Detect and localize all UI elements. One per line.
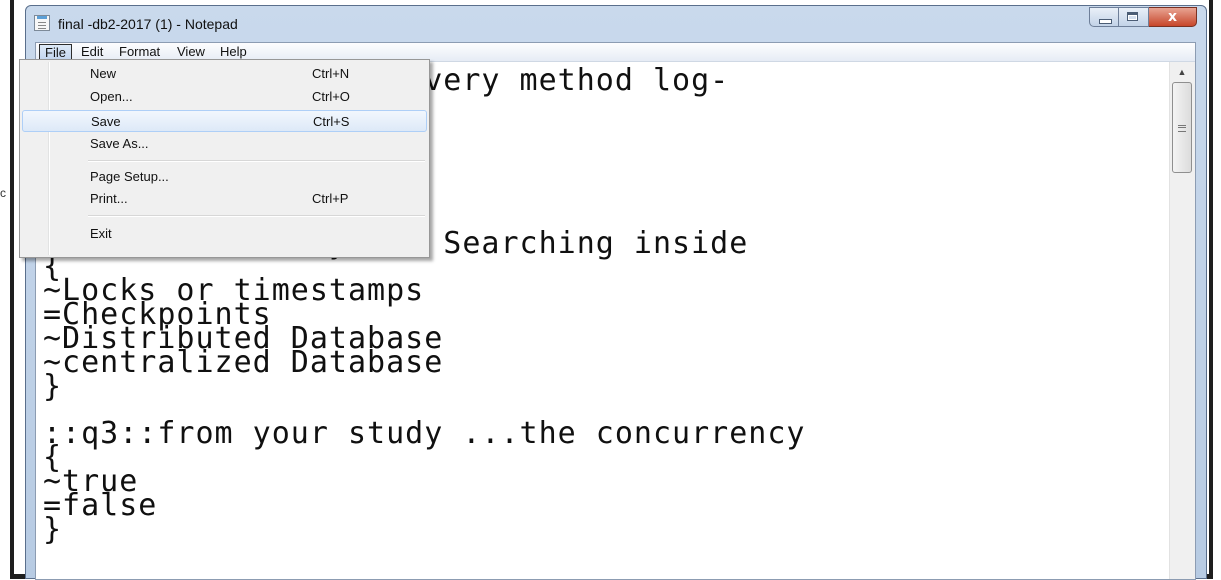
minimize-button[interactable] — [1089, 7, 1119, 27]
menu-format[interactable]: Format — [114, 44, 165, 60]
menu-edit[interactable]: Edit — [76, 44, 108, 60]
menu-item-label: Save As... — [90, 136, 149, 151]
menu-item-save-as[interactable]: Save As... — [22, 133, 427, 155]
editor-line: ~centralized Database — [43, 345, 444, 380]
menu-item-label: Print... — [90, 191, 128, 206]
file-menu-dropdown: New Ctrl+N Open... Ctrl+O Save Ctrl+S Sa… — [19, 59, 430, 258]
minimize-icon — [1099, 19, 1112, 24]
menu-item-print[interactable]: Print... Ctrl+P — [22, 188, 427, 210]
menu-item-exit[interactable]: Exit — [22, 223, 427, 245]
menu-file[interactable]: File — [39, 44, 72, 60]
close-icon: x — [1167, 9, 1178, 25]
menu-separator — [88, 215, 425, 216]
menu-item-new[interactable]: New Ctrl+N — [22, 63, 427, 85]
menu-item-label: Page Setup... — [90, 169, 169, 184]
maximize-icon — [1127, 12, 1138, 21]
menu-item-page-setup[interactable]: Page Setup... — [22, 166, 427, 188]
menu-item-label: Exit — [90, 226, 112, 241]
caption-buttons: x — [1089, 7, 1197, 27]
window-title: final -db2-2017 (1) - Notepad — [58, 16, 238, 32]
title-bar[interactable]: final -db2-2017 (1) - Notepad x — [26, 6, 1206, 41]
background-border-right — [1209, 0, 1213, 579]
menu-item-shortcut: Ctrl+N — [312, 66, 350, 81]
grip-icon — [1178, 125, 1186, 132]
background-text-fragment: c — [0, 186, 6, 200]
menu-item-shortcut: Ctrl+P — [312, 191, 349, 206]
menu-separator — [88, 160, 425, 161]
notepad-icon[interactable] — [34, 15, 50, 31]
menu-item-label: New — [90, 66, 117, 81]
menu-item-label: Save — [91, 114, 121, 129]
editor-line: } — [43, 512, 63, 547]
menu-item-open[interactable]: Open... Ctrl+O — [22, 86, 427, 108]
maximize-button[interactable] — [1119, 7, 1149, 27]
background-border-left — [10, 0, 14, 579]
menu-item-label: Open... — [90, 89, 133, 104]
editor-line: } — [43, 369, 63, 404]
scroll-thumb[interactable] — [1172, 82, 1192, 173]
menu-item-shortcut: Ctrl+S — [313, 114, 350, 129]
close-button[interactable]: x — [1149, 7, 1197, 27]
menu-view[interactable]: View — [172, 44, 210, 60]
editor-line: ::q3::from your study ...the concurrency — [43, 416, 806, 451]
vertical-scrollbar[interactable]: ▲ — [1169, 62, 1195, 579]
menu-item-save[interactable]: Save Ctrl+S — [22, 110, 427, 132]
scroll-up-arrow-icon[interactable]: ▲ — [1172, 64, 1192, 81]
menu-help[interactable]: Help — [215, 44, 252, 60]
menu-item-shortcut: Ctrl+O — [312, 89, 350, 104]
